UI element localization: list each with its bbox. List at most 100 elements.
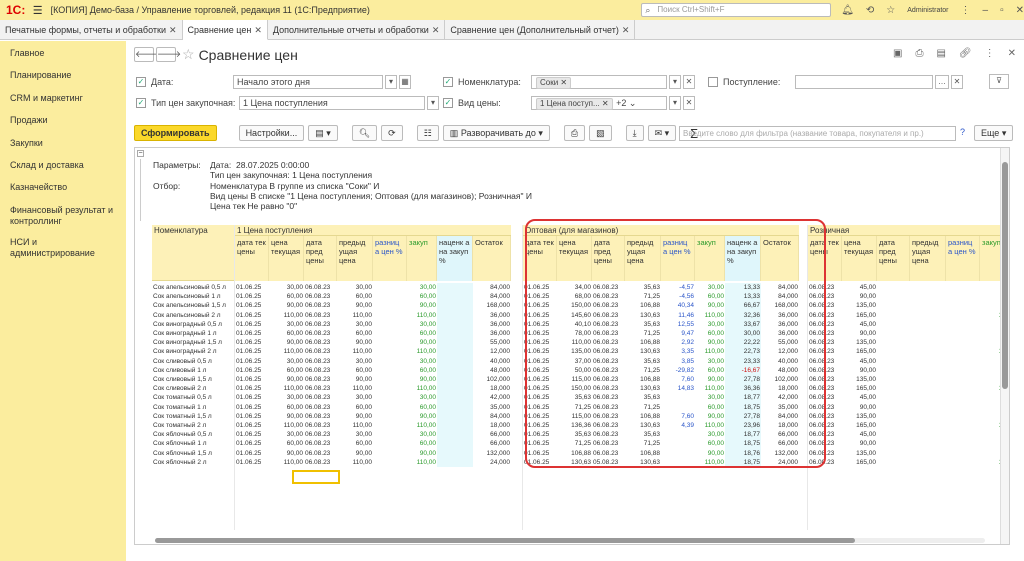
history-icon[interactable]: ⟲ — [866, 5, 874, 16]
table-cell — [437, 311, 473, 320]
favorites-icon[interactable]: ☆ — [886, 5, 895, 16]
global-search-input[interactable]: ⌕ Поиск Ctrl+Shift+F — [641, 3, 832, 17]
bell-icon[interactable]: 🔔︎ — [841, 5, 854, 16]
date-field[interactable]: Начало этого дня — [233, 75, 383, 89]
table-cell: 60,00 — [286, 330, 303, 337]
price-kind-dropdown-button[interactable]: ▾ — [669, 96, 681, 110]
price-kind-checkbox[interactable]: ✓ — [443, 98, 453, 108]
nomenclature-chip[interactable]: Соки ✕ — [536, 77, 572, 89]
selected-cell[interactable] — [292, 470, 340, 484]
date-checkbox[interactable]: ✓ — [136, 77, 146, 87]
close-tab-icon[interactable]: ✕ — [254, 25, 262, 35]
search-report-button[interactable]: 🔍︎ — [351, 125, 378, 141]
minimize-icon[interactable]: – — [983, 5, 989, 16]
export-button[interactable]: ⤓ — [625, 125, 644, 141]
sidebar-item-nsi[interactable]: НСИ и администрирование — [0, 237, 126, 259]
table-cell: 01.06.25 — [236, 440, 262, 448]
tab-price-comparison[interactable]: Сравнение цен ✕ — [182, 20, 268, 40]
table-cell: 06.08.23 — [305, 348, 331, 356]
generate-button[interactable]: Сформировать — [134, 125, 217, 141]
price-kind-field[interactable]: 1 Цена поступ... ✕ +2 ⌄ — [531, 96, 667, 110]
more-icon[interactable]: ⋮ — [985, 48, 995, 59]
link-icon[interactable]: 🔗︎ — [959, 48, 972, 59]
sidebar-item-finance[interactable]: Финансовый результат и контроллинг — [0, 205, 126, 227]
tab-print-forms[interactable]: Печатные формы, отчеты и обработки ✕ — [0, 20, 183, 40]
sidebar-item-purchases[interactable]: Закупки — [0, 138, 126, 149]
help-icon[interactable]: ? — [960, 127, 965, 137]
receipt-select-button[interactable]: … — [935, 75, 949, 89]
back-button[interactable]: 🡐 — [134, 47, 159, 62]
sidebar-item-treasury[interactable]: Казначейство — [0, 182, 126, 193]
table-cell — [373, 311, 407, 320]
price-type-checkbox[interactable]: ✓ — [136, 98, 146, 108]
close-icon[interactable]: ✕ — [1008, 48, 1016, 59]
table-cell — [910, 375, 946, 384]
table-cell: 06.08.23 — [305, 440, 331, 448]
close-icon[interactable]: ✕ — [1016, 5, 1024, 16]
horizontal-scrollbar[interactable] — [155, 538, 985, 543]
table-cell — [437, 301, 473, 310]
sidebar-item-main[interactable]: Главное — [0, 48, 126, 59]
table-cell — [373, 393, 407, 402]
save-icon[interactable]: ▣ — [893, 48, 902, 59]
variants-button[interactable]: ▤ ▾ — [308, 125, 338, 141]
more-icon[interactable]: ⋮ — [961, 5, 971, 16]
table-cell: 01.06.25 — [236, 311, 262, 319]
nomenclature-checkbox[interactable]: ✓ — [443, 77, 453, 87]
table-cell: 30,00 — [419, 284, 436, 291]
receipt-checkbox[interactable]: ✓ — [708, 77, 718, 87]
table-cell: 01.06.25 — [236, 366, 262, 374]
filter-icon[interactable]: ⊽ — [989, 74, 1009, 89]
table-cell — [946, 421, 980, 430]
table-cell: 01.06.25 — [236, 394, 262, 402]
print-icon[interactable]: ⎙ — [915, 48, 923, 59]
nomenclature-field[interactable]: Соки ✕ — [531, 75, 667, 89]
filter-input[interactable]: Введите слово для фильтра (название това… — [679, 126, 956, 141]
sidebar-item-sales[interactable]: Продажи — [0, 115, 126, 126]
close-tab-icon[interactable]: ✕ — [432, 25, 440, 35]
table-cell: 48,000 — [490, 366, 510, 374]
sidebar-item-warehouse[interactable]: Склад и доставка — [0, 160, 126, 171]
expand-button[interactable]: ▥ Разворачивать до ▾ — [442, 125, 550, 141]
calendar-icon[interactable]: ▦ — [399, 75, 411, 89]
price-type-dropdown-button[interactable]: ▾ — [427, 96, 439, 110]
vertical-scrollbar[interactable] — [1000, 148, 1009, 544]
table-cell — [910, 329, 946, 338]
menu-icon[interactable]: ☰ — [33, 4, 43, 17]
receipt-field[interactable] — [795, 75, 933, 89]
table-cell: 135,00 — [856, 339, 876, 347]
sidebar-item-planning[interactable]: Планирование — [0, 70, 126, 81]
table-cell: 42,000 — [490, 394, 510, 402]
collapse-icon[interactable]: − — [137, 150, 144, 157]
price-kind-more[interactable]: +2 — [616, 98, 626, 108]
nomenclature-dropdown-button[interactable]: ▾ — [669, 75, 681, 89]
table-cell — [877, 375, 910, 384]
price-kind-clear-button[interactable]: ✕ — [683, 96, 695, 110]
more-button[interactable]: Еще ▾ — [974, 125, 1014, 141]
favorite-star-icon[interactable]: ☆ — [182, 46, 195, 63]
date-dropdown-button[interactable]: ▾ — [385, 75, 397, 89]
find-next-button[interactable]: ⟳ — [381, 125, 403, 141]
sidebar-item-crm[interactable]: CRM и маркетинг — [0, 93, 126, 104]
receipt-clear-button[interactable]: ✕ — [951, 75, 963, 89]
nomenclature-clear-button[interactable]: ✕ — [683, 75, 695, 89]
table-cell: 60,00 — [355, 403, 372, 411]
table-row-name: Сок апельсиновый 0,5 л — [153, 284, 226, 291]
price-type-field[interactable]: 1 Цена поступления — [239, 96, 425, 110]
group-icon[interactable]: ☷ — [416, 125, 439, 141]
tab-additional-reports[interactable]: Дополнительные отчеты и обработки ✕ — [268, 20, 446, 40]
close-tab-icon[interactable]: ✕ — [169, 25, 177, 35]
column-header: разниц а цен % — [946, 236, 980, 281]
close-tab-icon[interactable]: ✕ — [622, 25, 630, 35]
table-cell: 135,00 — [856, 302, 876, 310]
print-report-button[interactable]: ⎙ — [563, 125, 586, 141]
user-name[interactable]: Administrator — [907, 7, 948, 14]
forward-button[interactable]: 🡒 — [156, 47, 181, 62]
settings-button[interactable]: Настройки... — [238, 125, 305, 141]
maximize-icon[interactable]: ▫ — [1000, 5, 1004, 16]
price-kind-chip[interactable]: 1 Цена поступ... ✕ — [536, 98, 613, 110]
email-button[interactable]: ✉ ▾ — [647, 125, 677, 141]
tab-price-comparison-additional[interactable]: Сравнение цен (Дополнительный отчет) ✕ — [445, 20, 636, 40]
preview-icon[interactable]: ▤ — [936, 48, 945, 59]
preview-report-button[interactable]: ▧ — [589, 125, 612, 141]
